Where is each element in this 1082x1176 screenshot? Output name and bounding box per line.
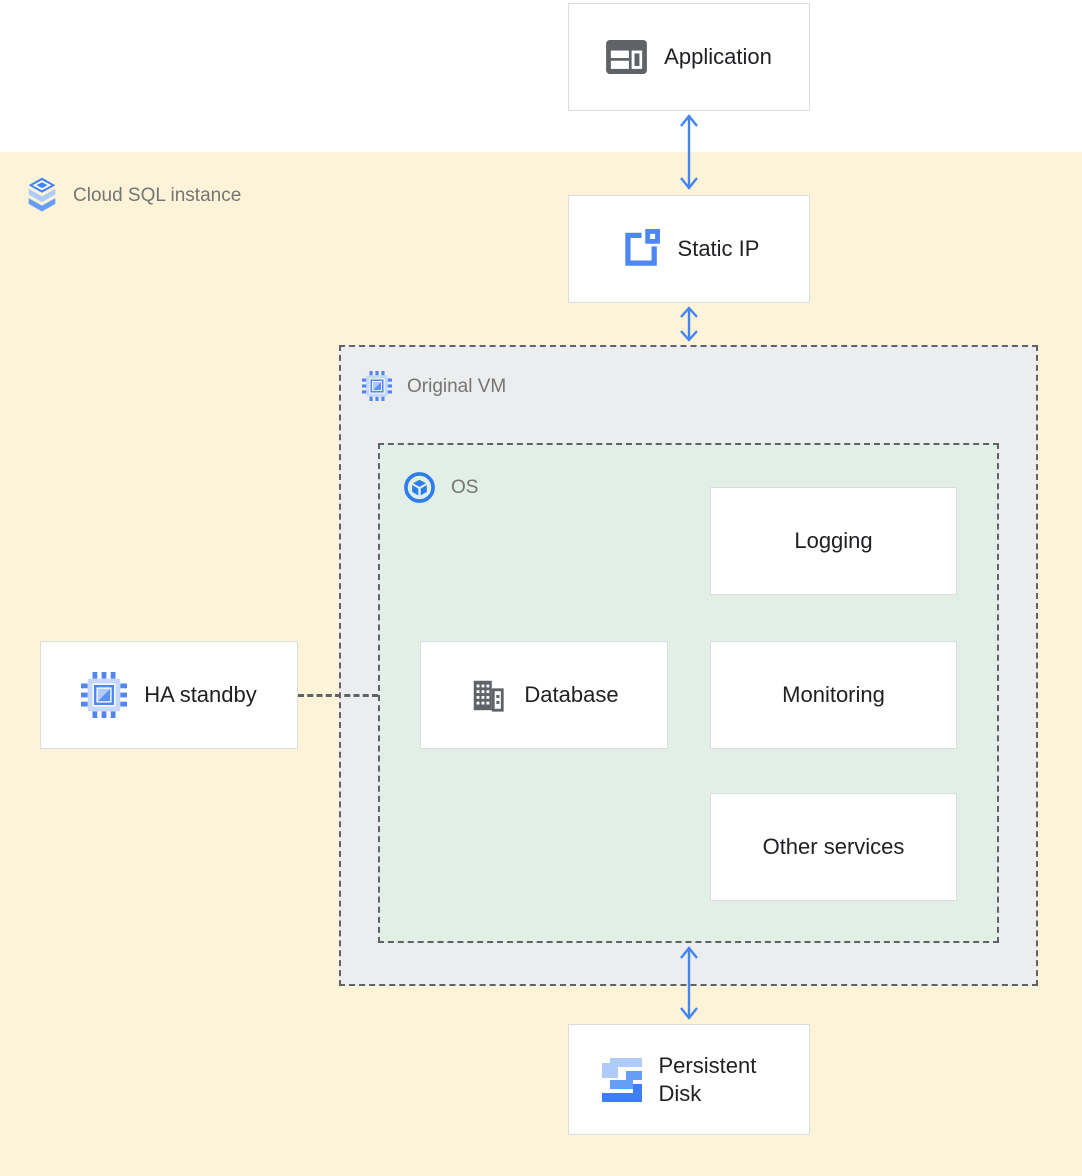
node-monitoring-label: Monitoring (782, 681, 885, 709)
node-logging-label: Logging (794, 527, 872, 555)
arrow-os-persistentdisk (676, 944, 702, 1022)
node-persistent-disk: Persistent Disk (568, 1024, 810, 1135)
node-other-services-label: Other services (763, 833, 905, 861)
node-static-ip-label: Static IP (678, 235, 760, 263)
database-building-icon (469, 676, 507, 714)
os-label-row: OS (403, 471, 478, 504)
cloud-sql-instance-label: Cloud SQL instance (73, 186, 241, 205)
node-application-label: Application (664, 43, 772, 71)
node-monitoring: Monitoring (710, 641, 957, 749)
application-window-icon (606, 40, 647, 74)
persistent-disk-icon (602, 1058, 642, 1102)
node-persistent-disk-label: Persistent Disk (659, 1052, 777, 1107)
os-label: OS (451, 478, 478, 497)
original-vm-label: Original VM (407, 377, 506, 396)
dashed-link-ha-standby (298, 694, 378, 697)
node-application: Application (568, 3, 810, 111)
node-ha-standby-label: HA standby (144, 681, 257, 709)
os-icon (403, 471, 436, 504)
node-ha-standby: HA standby (40, 641, 298, 749)
static-ip-icon (619, 228, 661, 270)
node-database: Database (420, 641, 668, 749)
compute-engine-icon (81, 672, 127, 718)
node-database-label: Database (524, 681, 618, 709)
node-static-ip: Static IP (568, 195, 810, 303)
arrow-application-staticip (676, 112, 702, 192)
node-logging: Logging (710, 487, 957, 595)
original-vm-label-row: Original VM (362, 371, 506, 401)
compute-engine-icon (362, 371, 392, 401)
diagram-canvas: Cloud SQL instance Application (0, 0, 1082, 1176)
cloud-sql-icon (26, 176, 58, 214)
cloud-sql-instance-label-row: Cloud SQL instance (26, 176, 241, 214)
node-other-services: Other services (710, 793, 957, 901)
arrow-staticip-vm (676, 304, 702, 344)
